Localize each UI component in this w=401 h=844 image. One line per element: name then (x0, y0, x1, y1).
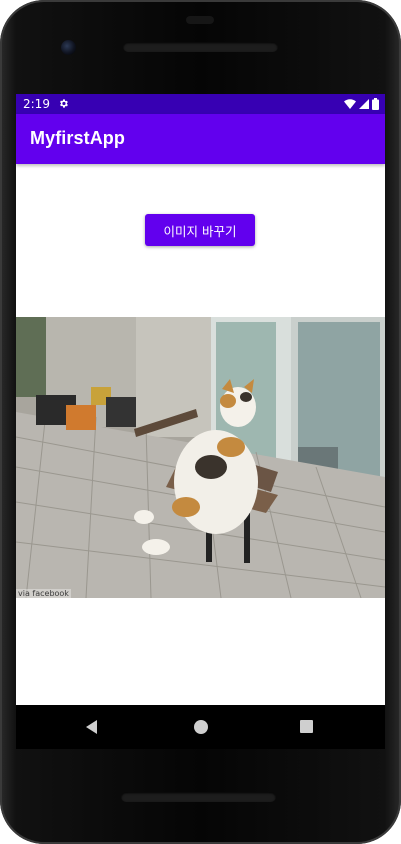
battery-icon (372, 98, 379, 110)
signal-icon (359, 99, 369, 109)
back-icon[interactable] (85, 720, 99, 734)
status-time: 2:19 (23, 97, 50, 111)
change-image-button[interactable]: 이미지 바꾸기 (145, 214, 255, 246)
cat-on-bench-photo: via facebook (16, 317, 385, 598)
front-camera-icon (61, 40, 76, 55)
wifi-icon (344, 99, 356, 109)
device-screen: 2:19 MyfirstApp 이미지 바꾸기 via facebook (16, 94, 385, 749)
app-bar: MyfirstApp (16, 114, 385, 164)
recents-icon[interactable] (300, 720, 313, 733)
photo-watermark: via facebook (16, 589, 71, 598)
home-icon[interactable] (194, 720, 208, 734)
photo-illustration (16, 317, 385, 598)
top-slot (186, 16, 214, 24)
status-bar: 2:19 (16, 94, 385, 114)
navigation-bar (16, 705, 385, 749)
bottom-speaker (121, 792, 276, 802)
earpiece-speaker (123, 42, 278, 52)
status-icons (344, 98, 379, 110)
gear-icon (60, 99, 68, 108)
app-title: MyfirstApp (30, 128, 125, 148)
